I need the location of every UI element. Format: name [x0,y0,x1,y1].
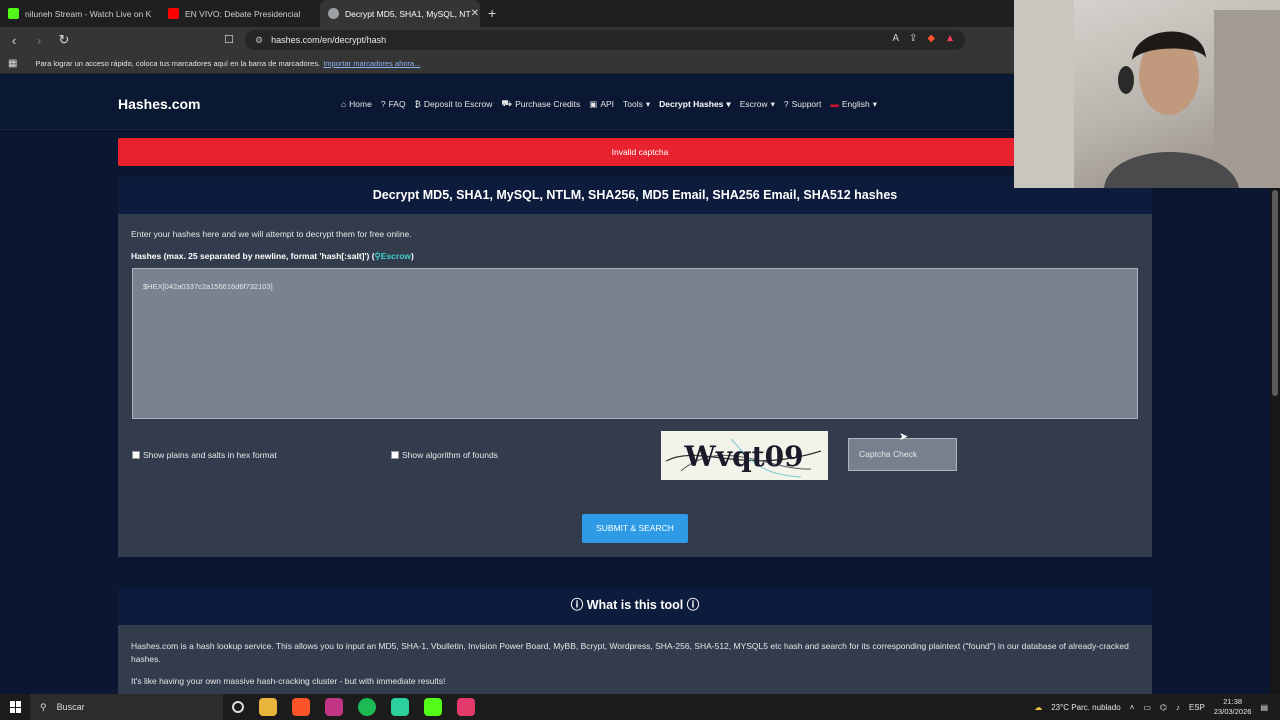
mouse-cursor-icon: ➤ [899,431,909,443]
taskbar-apps [232,698,475,716]
about-title: ⓘ What is this tool ⓘ [118,588,1152,625]
captcha-text: Wvqt09 [683,440,803,473]
app-icon[interactable] [391,698,409,716]
task-view-icon[interactable] [232,701,244,713]
nav-decrypt-hashes-dropdown[interactable]: Decrypt Hashes ▾ [659,98,731,110]
volume-icon[interactable]: ♪ [1176,703,1180,712]
brave-shield-icon[interactable]: ◆ [927,33,935,44]
site-menu: ⌂ Home ? FAQ ₿ Deposit to Escrow ⛟ Purchase … [341,98,877,110]
instagram-icon[interactable] [325,698,343,716]
back-icon[interactable]: ‹ [3,33,25,48]
app-icon[interactable] [457,698,475,716]
globe-favicon-icon [328,8,339,19]
brave-browser-icon[interactable] [292,698,310,716]
checkbox-box[interactable] [132,451,140,459]
forward-icon[interactable]: › [28,33,50,48]
tray-app-icon[interactable]: ▭ [1143,703,1151,712]
cart-icon: ⛟ [501,98,513,108]
about-section: Hashes.com is a hash lookup service. Thi… [118,625,1152,695]
notifications-icon[interactable]: ▤ [1260,703,1268,712]
reload-icon[interactable]: ↻ [53,32,75,48]
language-indicator[interactable]: ESP [1189,703,1205,712]
kick-icon[interactable] [424,698,442,716]
page-scrollbar[interactable] [1270,188,1280,695]
code-icon: ▣ [589,98,598,109]
show-algorithm-checkbox[interactable]: Show algorithm of founds [391,450,498,460]
question-icon: ? [783,99,789,109]
home-icon: ⌂ [341,99,347,109]
nav-purchase-credits[interactable]: ⛟ Purchase Credits [501,98,580,110]
nav-tools-dropdown[interactable]: Tools ▾ [623,98,650,110]
caret-down-icon: ▾ [872,98,878,109]
nav-deposit-escrow[interactable]: ₿ Deposit to Escrow [415,98,493,110]
question-icon: ? [380,99,386,109]
weather-icon[interactable]: ☁ [1034,703,1042,712]
nav-home[interactable]: ⌂ Home [341,98,372,110]
bookmarks-hint: Para lograr un acceso rápido, coloca tus… [35,58,321,68]
browser-tab-hashes[interactable]: Decrypt MD5, SHA1, MySQL, NT ✕ [320,0,480,27]
hex-format-checkbox[interactable]: Show plains and salts in hex format [132,450,277,460]
youtube-favicon-icon [168,8,179,19]
nav-escrow-dropdown[interactable]: Escrow ▾ [740,98,775,110]
caret-down-icon: ▾ [645,98,651,109]
decrypt-form: Enter your hashes here and we will attem… [118,214,1152,557]
windows-taskbar: ⚲ Buscar ☁ 23°C Parc. nublado ˄ ▭ ⌬ ♪ ES… [0,694,1280,720]
browser-tab-kick[interactable]: niluneh Stream - Watch Live on K [0,0,160,27]
hashes-textarea[interactable]: $HEX[042a0337c2a156616d6f732103] [132,268,1138,419]
windows-start-icon[interactable] [10,701,22,713]
site-logo[interactable]: Hashes.com [118,96,200,112]
share-icon[interactable]: ⇪ [909,33,917,44]
caret-down-icon: ▾ [770,98,775,109]
weather-text[interactable]: 23°C Parc. nublado [1051,703,1120,712]
tab-label: EN VIVO: Debate Presidencial [185,8,301,19]
close-tab-icon[interactable]: ✕ [471,8,479,19]
nav-support[interactable]: ? Support [784,98,822,110]
address-bar[interactable]: ⚙ hashes.com/en/decrypt/hash A ⇪ ◆ ▲ [245,30,965,50]
translate-icon[interactable]: A [892,33,899,44]
about-paragraph: It's like having your own massive hash-c… [131,676,446,686]
question-circle-icon: ⓘ [686,598,700,612]
chevron-up-icon[interactable]: ˄ [1130,703,1135,712]
taskbar-search[interactable]: ⚲ Buscar [30,694,223,720]
escrow-link[interactable]: ⚲Escrow [375,251,411,261]
nav-faq[interactable]: ? FAQ [381,98,406,110]
system-tray: ☁ 23°C Parc. nublado ˄ ▭ ⌬ ♪ ESP 21:38 2… [1034,694,1268,720]
brave-rewards-icon[interactable]: ▲ [945,33,955,44]
nav-language-dropdown[interactable]: ▬ English ▾ [830,98,877,110]
intro-text: Enter your hashes here and we will attem… [131,229,412,239]
flag-us-icon: ▬ [830,99,839,109]
about-paragraph: Hashes.com is a hash lookup service. Thi… [131,641,1129,664]
error-alert: Invalid captcha [118,138,1162,166]
caret-down-icon: ▾ [726,98,731,109]
submit-search-button[interactable]: SUBMIT & SEARCH [582,514,688,543]
scrollbar-thumb[interactable] [1272,190,1278,396]
new-tab-icon[interactable]: + [488,0,496,27]
file-explorer-icon[interactable] [259,698,277,716]
import-bookmarks-link[interactable]: Importar marcadores ahora... [323,59,420,68]
kick-favicon-icon [8,8,19,19]
webcam-overlay [1014,0,1280,188]
page-title: Decrypt MD5, SHA1, MySQL, NTLM, SHA256, … [118,177,1152,214]
url-text: hashes.com/en/decrypt/hash [271,35,387,45]
nav-api[interactable]: ▣ API [589,98,614,110]
bitcoin-icon: ₿ [414,99,421,109]
checkbox-box[interactable] [391,451,399,459]
apps-grid-icon[interactable]: ▦ [8,58,17,69]
browser-tab-debate[interactable]: EN VIVO: Debate Presidencial [160,0,320,27]
site-info-icon[interactable]: ⚙ [255,35,263,46]
search-icon: ⚲ [40,701,47,712]
spotify-icon[interactable] [358,698,376,716]
network-icon[interactable]: ⌬ [1160,703,1167,712]
tab-label: Decrypt MD5, SHA1, MySQL, NT [345,8,471,19]
clock[interactable]: 21:38 23/03/2026 [1214,697,1252,717]
bookmark-icon[interactable]: ☐ [224,33,234,46]
question-circle-icon: ⓘ [570,598,584,612]
hashes-label: Hashes (max. 25 separated by newline, fo… [131,251,414,261]
tab-label: niluneh Stream - Watch Live on K [25,8,152,19]
captcha-image: Wvqt09 [661,431,828,480]
